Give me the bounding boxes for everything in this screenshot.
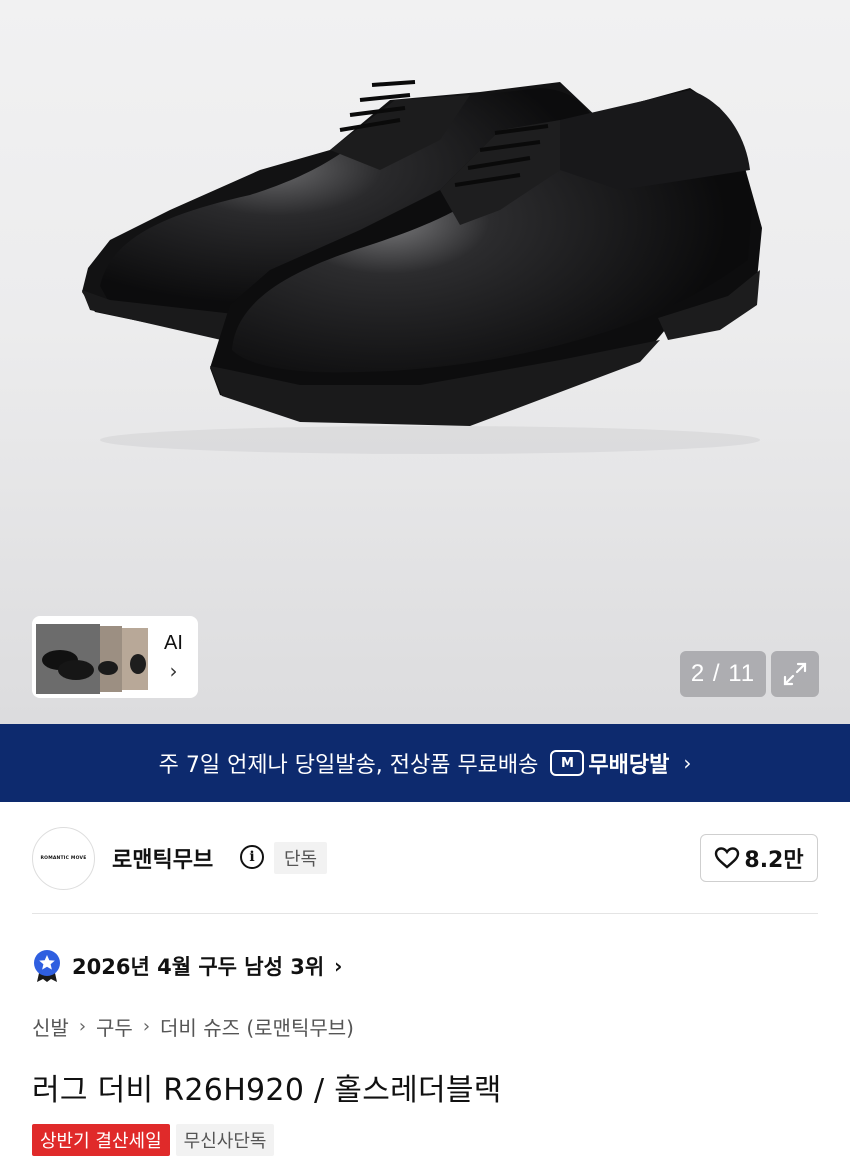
exclusive-tag: 단독 bbox=[274, 842, 328, 874]
like-count: 8.2만 bbox=[744, 848, 804, 873]
chevron-right-icon: › bbox=[169, 658, 178, 683]
chevron-right-icon: › bbox=[334, 954, 343, 978]
info-icon[interactable]: i bbox=[240, 845, 264, 869]
product-image-carousel[interactable]: AI › 2 / 11 bbox=[0, 0, 850, 724]
image-counter: 2 / 11 bbox=[680, 651, 766, 697]
heart-icon bbox=[715, 847, 740, 869]
free-shipping-badge: M 무배당발 bbox=[550, 747, 669, 779]
brand-logo-text: ROMANTIC MOVE bbox=[40, 856, 87, 861]
breadcrumb-item[interactable]: 신발 bbox=[32, 1012, 69, 1041]
truck-icon: M bbox=[550, 750, 585, 776]
ai-styling-button[interactable]: AI › bbox=[32, 616, 198, 698]
brand-logo[interactable]: ROMANTIC MOVE bbox=[32, 827, 95, 890]
ai-label: AI bbox=[164, 631, 183, 654]
musinsa-exclusive-tag: 무신사단독 bbox=[175, 1124, 275, 1156]
breadcrumb: 신발 › 구두 › 더비 슈즈 (로맨틱무브) bbox=[32, 1012, 354, 1041]
brand-name[interactable]: 로맨틱무브 bbox=[112, 842, 213, 874]
ranking-link[interactable]: 2026년 4월 구두 남성 3위 › bbox=[32, 948, 342, 984]
like-button[interactable]: 8.2만 bbox=[700, 834, 818, 882]
expand-icon bbox=[783, 662, 807, 686]
breadcrumb-separator: › bbox=[78, 1016, 87, 1037]
banner-text: 주 7일 언제나 당일발송, 전상품 무료배송 bbox=[158, 753, 539, 778]
chevron-right-icon: › bbox=[683, 751, 692, 775]
badge-label: 무배당발 bbox=[588, 753, 670, 778]
expand-button[interactable] bbox=[771, 651, 819, 697]
sale-tag: 상반기 결산세일 bbox=[32, 1124, 170, 1156]
divider bbox=[32, 913, 818, 914]
ai-thumbnail-images bbox=[36, 620, 152, 694]
breadcrumb-item[interactable]: 구두 bbox=[96, 1012, 133, 1041]
breadcrumb-separator: › bbox=[142, 1016, 151, 1037]
ranking-text: 2026년 4월 구두 남성 3위 bbox=[72, 955, 325, 979]
shipping-banner[interactable]: 주 7일 언제나 당일발송, 전상품 무료배송 M 무배당발 › bbox=[0, 724, 850, 802]
product-title: 러그 더비 R26H920 / 홀스레더블랙 bbox=[32, 1073, 502, 1108]
product-tags: 상반기 결산세일 무신사단독 bbox=[32, 1124, 275, 1156]
medal-icon bbox=[34, 950, 60, 982]
breadcrumb-item[interactable]: 더비 슈즈 (로맨틱무브) bbox=[160, 1012, 354, 1041]
